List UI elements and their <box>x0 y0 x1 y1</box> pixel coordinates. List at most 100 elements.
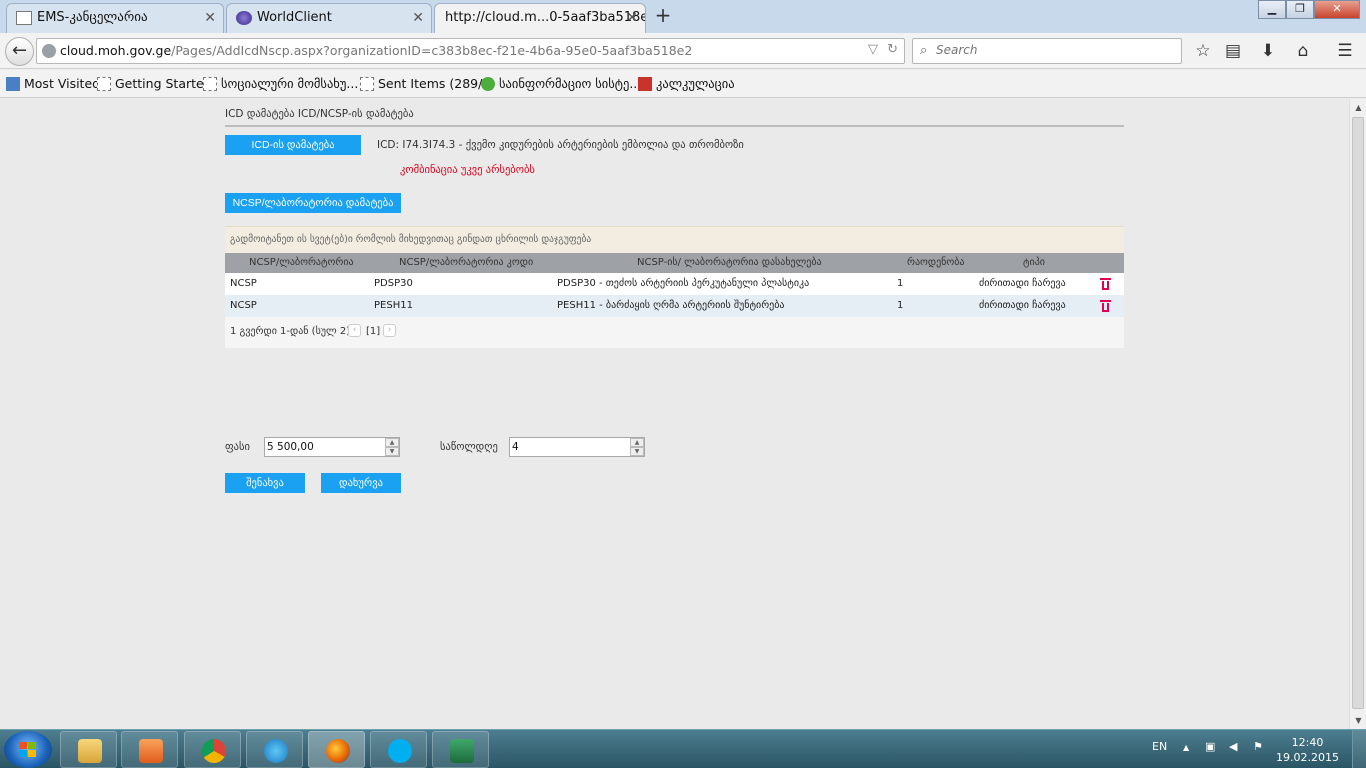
error-message: კომბინაცია უკვე არსებობს <box>400 164 535 176</box>
delete-icon[interactable] <box>1100 300 1111 313</box>
globe-icon <box>236 11 252 25</box>
scroll-down-icon[interactable]: ▼ <box>1350 712 1366 729</box>
spin-up-icon[interactable]: ▲ <box>630 438 644 447</box>
search-input[interactable] <box>936 43 1176 57</box>
price-input[interactable] <box>267 440 381 454</box>
page-scrollbar[interactable]: ▲ ▼ <box>1349 99 1366 729</box>
column-header[interactable]: NCSP/ლაბორატორია კოდი <box>399 257 533 268</box>
browser-tab-bar: EMS-კანცელარია ✕ WorldClient ✕ http://cl… <box>0 0 1366 34</box>
url-bar[interactable]: cloud.moh.gov.ge/Pages/AddIcdNscp.aspx?o… <box>36 38 905 64</box>
bookmark-social[interactable]: სოციალური მომსახუ... <box>203 75 358 93</box>
show-desktop-button[interactable] <box>1352 730 1366 768</box>
delete-icon[interactable] <box>1100 278 1111 291</box>
group-by-hint[interactable]: გადმოიტანეთ ის სვეტ(ებ)ი რომლის მიხედვით… <box>225 226 1124 253</box>
taskbar-media-player[interactable] <box>121 731 178 768</box>
tab-active[interactable]: http://cloud.m...0-5aaf3ba518e2 ✕ <box>434 3 646 34</box>
bookmark-getting-started[interactable]: Getting Started <box>97 75 212 93</box>
bookmarks-toolbar: Most Visited Getting Started სოციალური მ… <box>0 70 1366 98</box>
ncsp-grid: გადმოიტანეთ ის სვეტ(ებ)ი რომლის მიხედვით… <box>225 226 1124 348</box>
minimize-button[interactable]: ▁ <box>1258 0 1286 19</box>
tray-expand-icon[interactable]: ▲ <box>1183 743 1189 752</box>
column-header[interactable]: NCSP/ლაბორატორია <box>249 257 354 268</box>
next-page-icon[interactable]: › <box>383 324 396 337</box>
save-button[interactable]: შენახვა <box>225 473 305 493</box>
site-icon <box>481 77 495 91</box>
taskbar-explorer[interactable] <box>60 731 117 768</box>
back-button[interactable]: ← <box>5 37 34 66</box>
cell-kind: NCSP <box>230 300 257 311</box>
bookmark-calculation[interactable]: კალკულაცია <box>638 75 735 93</box>
spin-down-icon[interactable]: ▼ <box>630 447 644 456</box>
home-icon[interactable]: ⌂ <box>1292 40 1314 62</box>
search-bar[interactable]: ⌕ <box>912 38 1182 64</box>
start-button[interactable] <box>4 731 52 768</box>
system-clock[interactable]: 12:40 19.02.2015 <box>1276 735 1339 765</box>
title-divider <box>225 125 1124 127</box>
downloads-icon[interactable]: ⬇ <box>1257 40 1279 62</box>
spin-up-icon[interactable]: ▲ <box>385 438 399 447</box>
action-center-icon[interactable]: ⚑ <box>1253 740 1263 753</box>
clock-date: 19.02.2015 <box>1276 751 1339 764</box>
pager-current-page[interactable]: [1] <box>366 326 380 337</box>
volume-muted-icon[interactable]: ◀ <box>1229 740 1237 753</box>
dropdown-arrow-icon[interactable]: ▽ <box>868 42 878 57</box>
url-text[interactable]: cloud.moh.gov.ge/Pages/AddIcdNscp.aspx?o… <box>60 43 692 58</box>
bookmark-most-visited[interactable]: Most Visited <box>6 75 100 93</box>
taskbar-skype[interactable] <box>370 731 427 768</box>
navigation-bar: ← cloud.moh.gov.ge/Pages/AddIcdNscp.aspx… <box>0 33 1366 69</box>
windows-taskbar: EN ▲ ▣ ◀ ⚑ 12:40 19.02.2015 <box>0 729 1366 768</box>
bookmark-star-icon[interactable]: ☆ <box>1192 40 1214 62</box>
table-row[interactable]: NCSP PESH11 PESH11 - ბარძაყის ღრმა არტერ… <box>225 295 1124 317</box>
close-tab-icon[interactable]: ✕ <box>412 4 424 32</box>
tab-worldclient[interactable]: WorldClient ✕ <box>226 3 432 33</box>
close-button[interactable]: დახურვა <box>321 473 401 493</box>
price-spinner[interactable]: ▲ ▼ <box>264 437 400 457</box>
bookmarks-folder-icon <box>6 77 20 91</box>
spin-down-icon[interactable]: ▼ <box>385 447 399 456</box>
column-header[interactable]: NCSP-ის/ ლაბორატორია დასახელება <box>637 257 822 268</box>
bed-days-spinner[interactable]: ▲ ▼ <box>509 437 645 457</box>
taskbar-excel[interactable] <box>432 731 489 768</box>
mail-icon <box>16 11 32 25</box>
maximize-button[interactable]: ❐ <box>1286 0 1314 19</box>
tab-ems[interactable]: EMS-კანცელარია ✕ <box>6 3 224 33</box>
previous-page-icon[interactable]: ‹ <box>348 324 361 337</box>
column-header[interactable]: რაოდენობა <box>907 257 965 268</box>
add-ncsp-button[interactable]: NCSP/ლაბორატორია დამატება <box>225 193 401 213</box>
cell-type: ძირითადი ჩარევა <box>979 300 1066 311</box>
reload-icon[interactable]: ↻ <box>887 42 898 57</box>
grid-header: NCSP/ლაბორატორია NCSP/ლაბორატორია კოდი N… <box>225 253 1124 273</box>
reading-list-icon[interactable]: ▤ <box>1222 40 1244 62</box>
site-identity-icon[interactable] <box>42 44 56 58</box>
new-tab-button[interactable]: + <box>652 3 674 29</box>
icd-info-text: ICD: I74.3I74.3 - ქვემო კიდურების არტერი… <box>377 139 744 151</box>
taskbar-internet-explorer[interactable] <box>246 731 303 768</box>
page-title: ICD დამატება ICD/NCSP-ის დამატება <box>225 108 414 120</box>
column-header[interactable]: ტიპი <box>1023 257 1045 268</box>
add-icd-button[interactable]: ICD-ის დამატება <box>225 135 361 155</box>
firefox-icon <box>326 739 350 763</box>
bookmark-info-system[interactable]: საინფორმაციო სისტე... <box>481 75 641 93</box>
bed-days-label: საწოლდღე <box>440 441 498 453</box>
excel-icon <box>450 739 474 763</box>
taskbar-chrome[interactable] <box>184 731 241 768</box>
table-row[interactable]: NCSP PDSP30 PDSP30 - თეძოს არტერიის პერკ… <box>225 273 1124 295</box>
cell-kind: NCSP <box>230 278 257 289</box>
scroll-up-icon[interactable]: ▲ <box>1350 99 1366 116</box>
tab-label: WorldClient <box>257 10 332 25</box>
media-player-icon <box>139 739 163 763</box>
bookmark-sent-items[interactable]: Sent Items (289/0) <box>360 75 495 93</box>
cell-code: PESH11 <box>374 300 413 311</box>
close-window-button[interactable]: ✕ <box>1314 0 1360 19</box>
bed-days-input[interactable] <box>512 440 626 454</box>
menu-icon[interactable]: ☰ <box>1334 40 1356 62</box>
taskbar-firefox[interactable] <box>308 731 365 768</box>
cell-code: PDSP30 <box>374 278 413 289</box>
scroll-thumb[interactable] <box>1352 117 1364 709</box>
network-icon[interactable]: ▣ <box>1205 740 1215 753</box>
clock-time: 12:40 <box>1291 736 1324 749</box>
language-indicator[interactable]: EN <box>1152 740 1167 753</box>
close-tab-icon[interactable]: ✕ <box>204 4 216 32</box>
close-tab-icon[interactable]: ✕ <box>626 4 638 32</box>
cell-name: PESH11 - ბარძაყის ღრმა არტერიის შუნტირებ… <box>557 300 785 311</box>
